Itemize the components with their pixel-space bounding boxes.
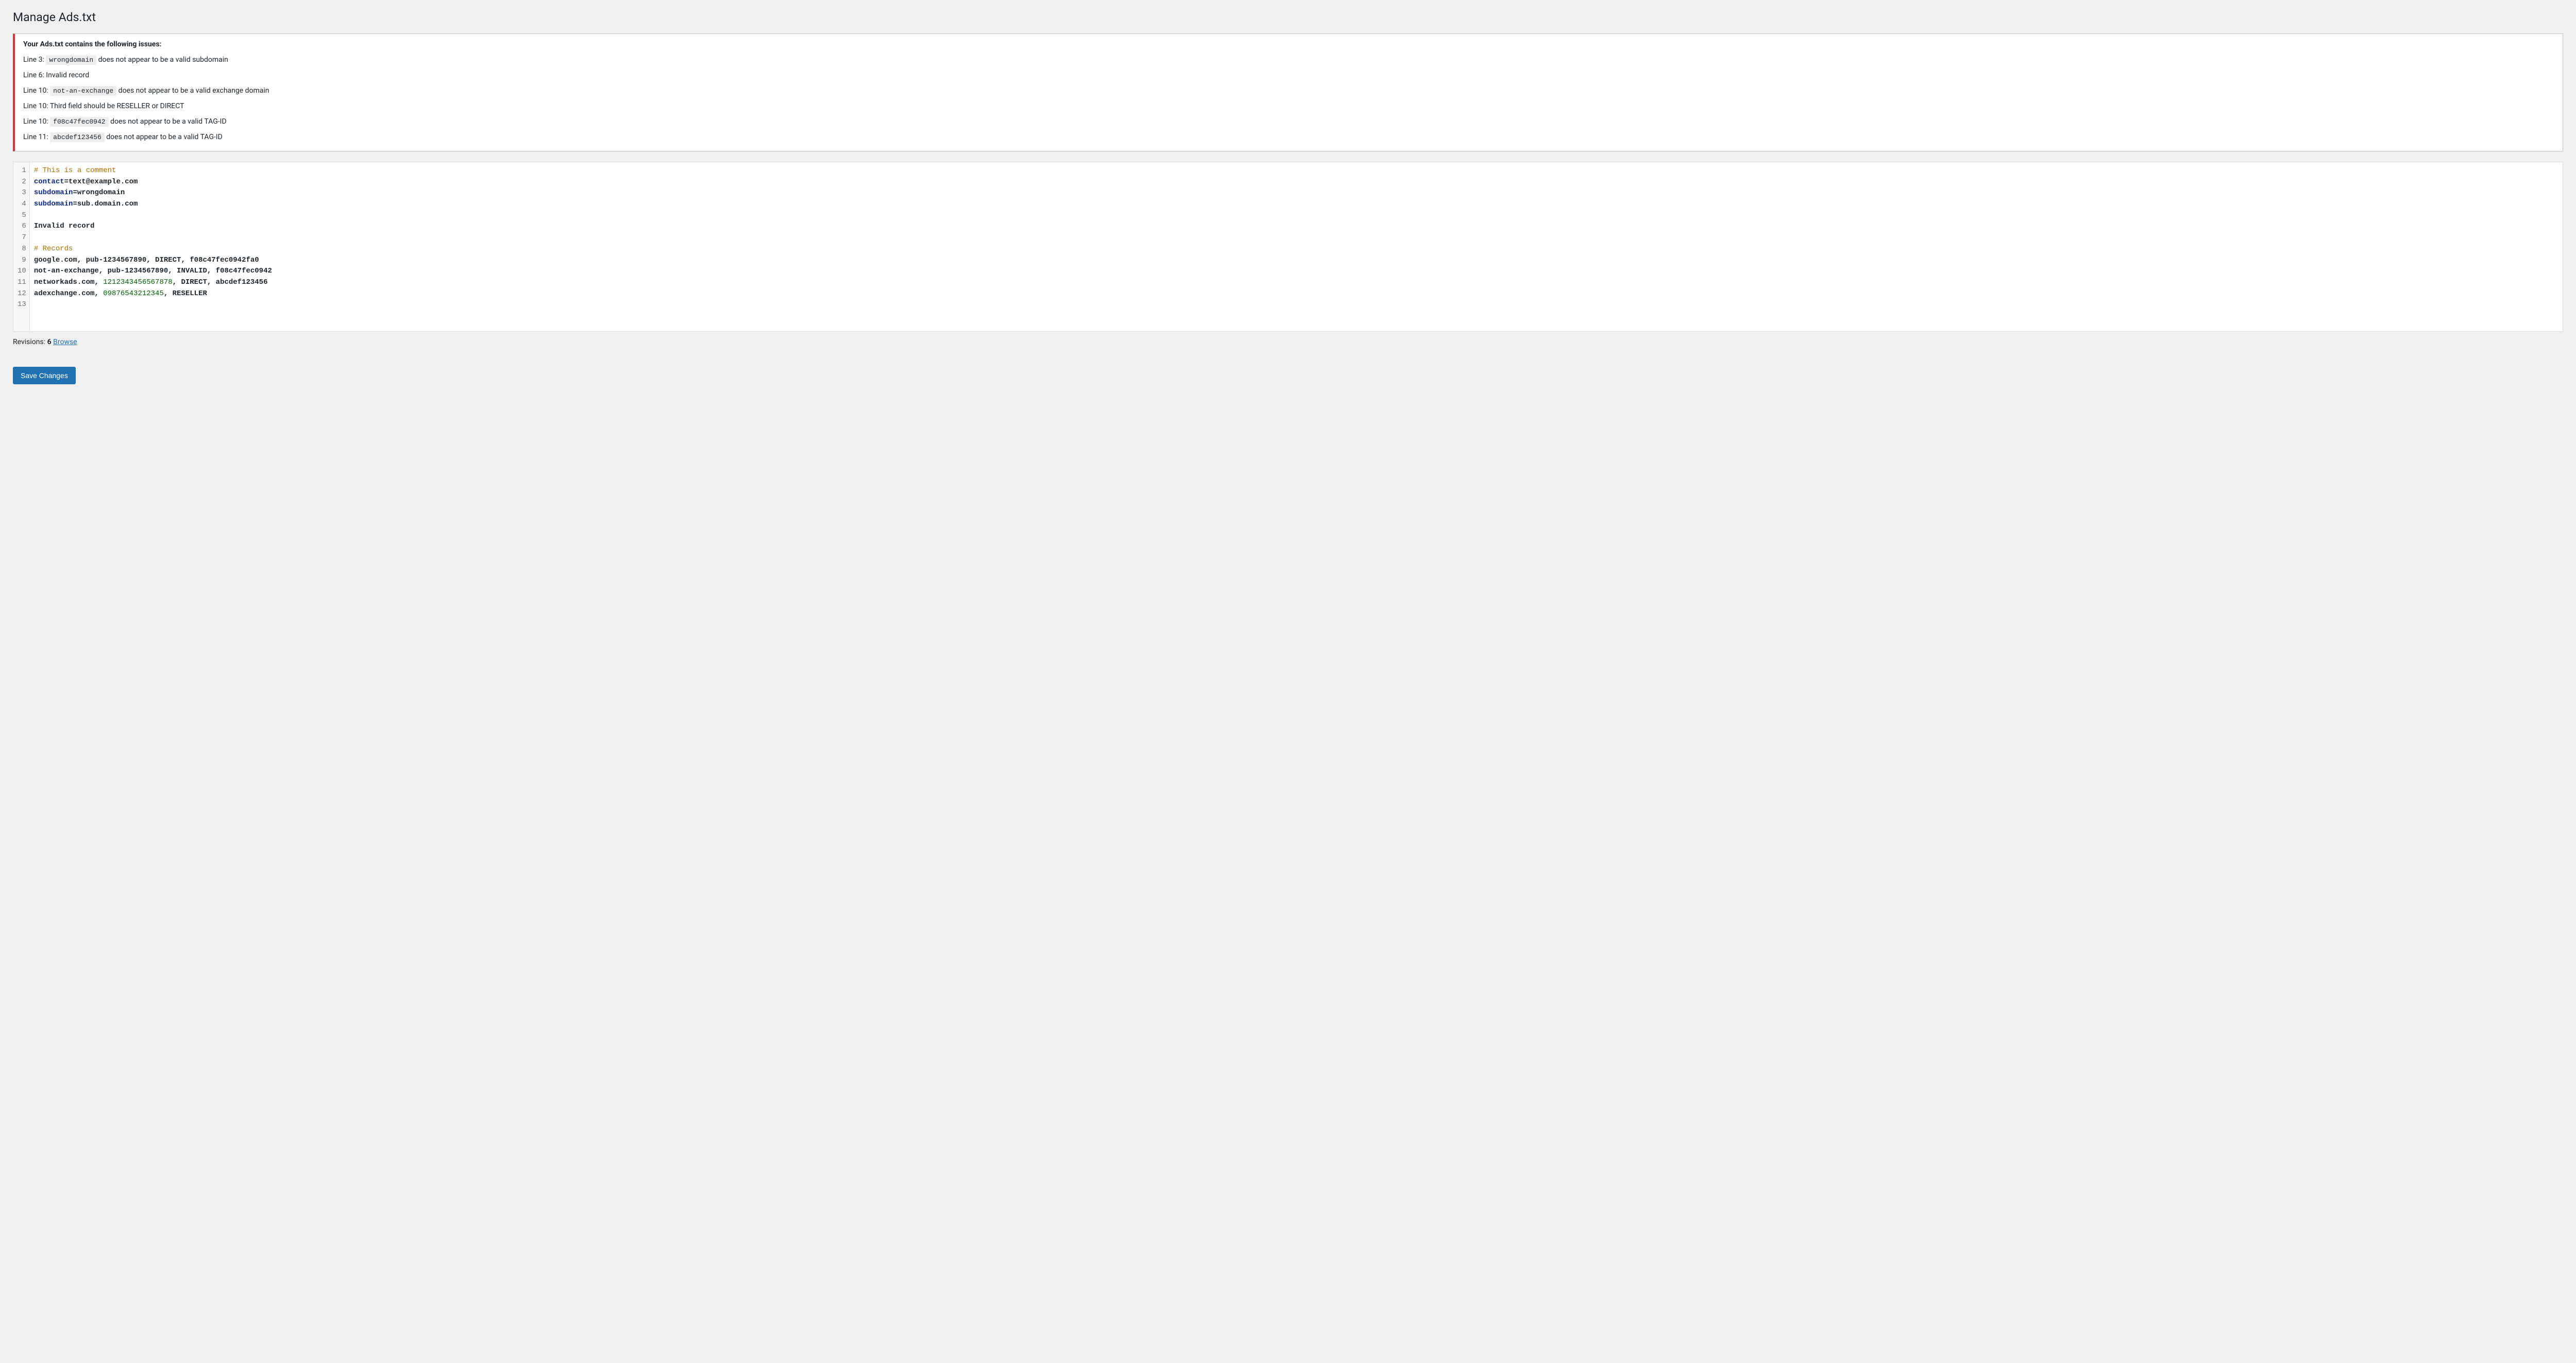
editor-content[interactable]: # This is a comment contact=text@example… xyxy=(30,162,2563,331)
revisions-count: 6 xyxy=(47,338,52,346)
issue-line: Line 3: wrongdomain does not appear to b… xyxy=(23,55,2554,65)
issue-line: Line 10: f08c47fec0942 does not appear t… xyxy=(23,116,2554,127)
issue-code: abcdef123456 xyxy=(50,132,105,142)
issue-prefix: Line 10: xyxy=(23,117,50,126)
issue-prefix: Line 10: xyxy=(23,87,50,95)
save-button[interactable]: Save Changes xyxy=(13,367,76,384)
issue-suffix: does not appear to be a valid TAG-ID xyxy=(109,117,227,126)
revisions-label: Revisions: xyxy=(13,338,47,346)
code-editor[interactable]: 1 2 3 4 5 6 7 8 9 10 11 12 13 # This is … xyxy=(13,162,2563,332)
issue-prefix: Line 6: Invalid record xyxy=(23,71,89,79)
issue-code: f08c47fec0942 xyxy=(50,117,108,127)
editor-gutter: 1 2 3 4 5 6 7 8 9 10 11 12 13 xyxy=(13,162,30,331)
page-title: Manage Ads.txt xyxy=(13,10,2563,24)
issue-prefix: Line 3: xyxy=(23,56,46,64)
issue-code: not-an-exchange xyxy=(50,86,116,96)
issue-suffix: does not appear to be a valid TAG-ID xyxy=(105,133,223,141)
issue-line: Line 6: Invalid record xyxy=(23,70,2554,81)
issue-suffix: does not appear to be a valid subdomain xyxy=(96,56,228,64)
browse-revisions-link[interactable]: Browse xyxy=(53,338,77,346)
issue-line: Line 11: abcdef123456 does not appear to… xyxy=(23,132,2554,143)
revisions-info: Revisions: 6 Browse xyxy=(13,338,2563,346)
issue-suffix: does not appear to be a valid exchange d… xyxy=(116,87,269,95)
issue-prefix: Line 11: xyxy=(23,133,50,141)
issue-prefix: Line 10: Third field should be RESELLER … xyxy=(23,102,184,110)
notice-heading: Your Ads.txt contains the following issu… xyxy=(23,40,2554,48)
error-notice: Your Ads.txt contains the following issu… xyxy=(13,33,2563,151)
issue-line: Line 10: not-an-exchange does not appear… xyxy=(23,86,2554,96)
issue-code: wrongdomain xyxy=(46,55,96,65)
issue-line: Line 10: Third field should be RESELLER … xyxy=(23,101,2554,112)
